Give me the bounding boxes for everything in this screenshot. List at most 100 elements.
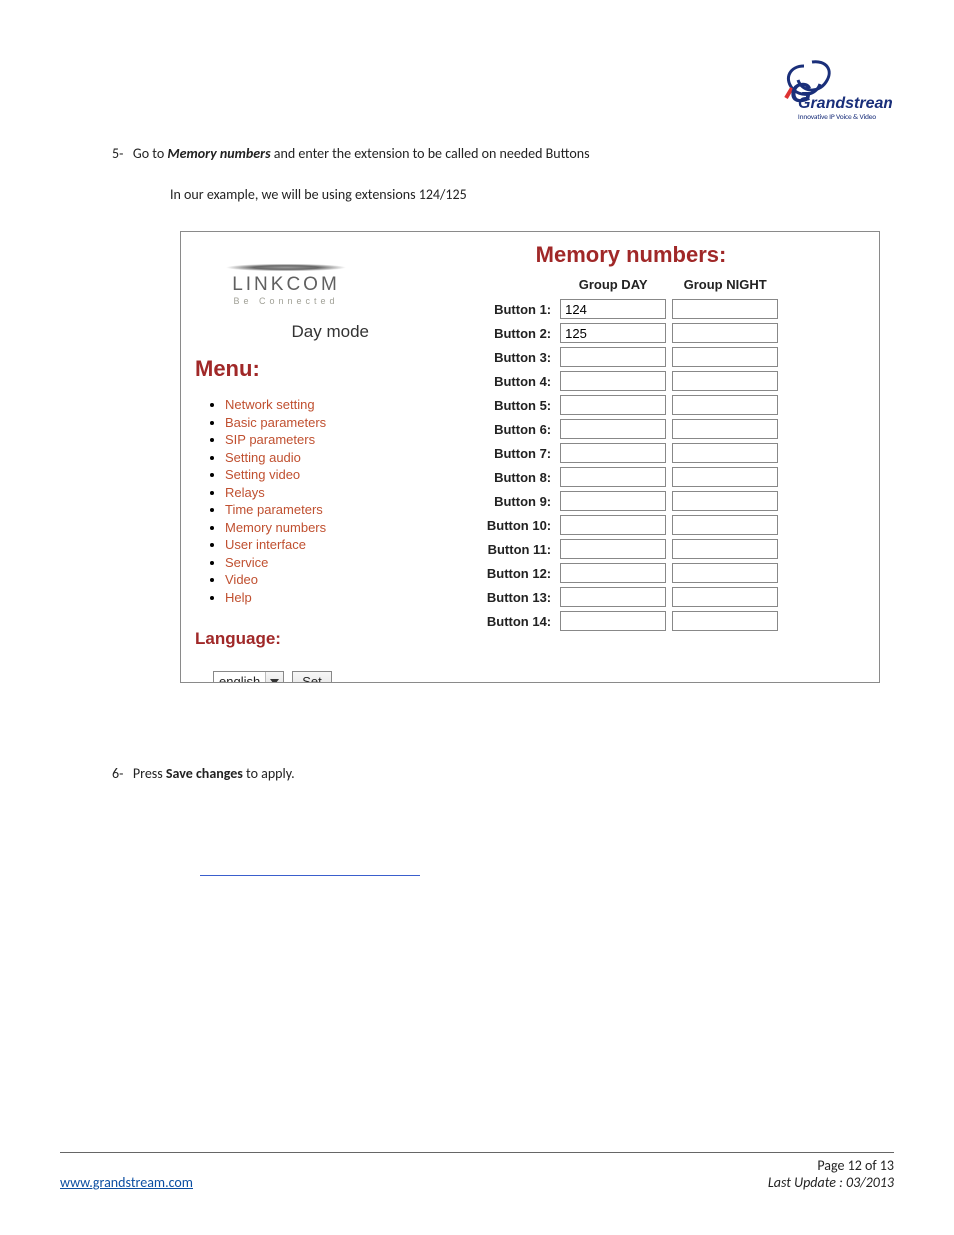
menu-item[interactable]: Relays (225, 484, 377, 502)
night-input[interactable] (672, 587, 778, 607)
table-row: Button 14: (481, 609, 781, 633)
table-row: Button 10: (481, 513, 781, 537)
day-input[interactable] (560, 395, 666, 415)
night-input[interactable] (672, 395, 778, 415)
night-input[interactable] (672, 323, 778, 343)
table-row: Button 2: (481, 321, 781, 345)
table-row: Button 5: (481, 393, 781, 417)
day-input[interactable] (560, 443, 666, 463)
menu-list: Network setting Basic parameters SIP par… (195, 396, 377, 607)
last-updated: Last Update : 03/2013 (768, 1174, 894, 1191)
footer: www.grandstream.com Page 12 of 13 Last U… (60, 1152, 894, 1191)
night-input[interactable] (672, 371, 778, 391)
menu-item[interactable]: Video (225, 571, 377, 589)
language-select[interactable]: english (213, 671, 284, 683)
day-input[interactable] (560, 491, 666, 511)
row-label: Button 6: (481, 417, 557, 441)
memory-numbers-table: Group DAY Group NIGHT Button 1:Button 2:… (481, 274, 781, 633)
night-input[interactable] (672, 611, 778, 631)
table-row: Button 1: (481, 297, 781, 321)
row-label: Button 13: (481, 585, 557, 609)
row-label: Button 5: (481, 393, 557, 417)
table-row: Button 7: (481, 441, 781, 465)
decorative-rule (200, 875, 420, 876)
col-night: Group NIGHT (669, 274, 781, 297)
day-input[interactable] (560, 371, 666, 391)
grandstream-tagline: Innovative IP Voice & Video (778, 113, 896, 122)
day-input[interactable] (560, 347, 666, 367)
mode-label: Day mode (195, 322, 377, 342)
night-input[interactable] (672, 443, 778, 463)
night-input[interactable] (672, 299, 778, 319)
night-input[interactable] (672, 491, 778, 511)
step-5: 5- Go to Memory numbers and enter the ex… (60, 145, 894, 162)
row-label: Button 8: (481, 465, 557, 489)
night-input[interactable] (672, 563, 778, 583)
row-label: Button 2: (481, 321, 557, 345)
menu-item[interactable]: Memory numbers (225, 519, 377, 537)
sidebar: LINKCOM Be Connected Day mode Menu: Netw… (181, 232, 391, 682)
menu-item[interactable]: Basic parameters (225, 414, 377, 432)
menu-item[interactable]: Network setting (225, 396, 377, 414)
table-row: Button 4: (481, 369, 781, 393)
night-input[interactable] (672, 515, 778, 535)
memory-numbers-title: Memory numbers: (399, 242, 863, 268)
night-input[interactable] (672, 419, 778, 439)
embedded-screenshot: LINKCOM Be Connected Day mode Menu: Netw… (180, 231, 880, 683)
day-input[interactable] (560, 323, 666, 343)
table-row: Button 8: (481, 465, 781, 489)
row-label: Button 1: (481, 297, 557, 321)
menu-item[interactable]: Help (225, 589, 377, 607)
table-row: Button 3: (481, 345, 781, 369)
grandstream-logo: Grandstream G Innovative IP Voice & Vide… (778, 58, 896, 122)
step-5-text: Go to Memory numbers and enter the exten… (133, 145, 590, 162)
day-input[interactable] (560, 299, 666, 319)
day-input[interactable] (560, 419, 666, 439)
day-input[interactable] (560, 539, 666, 559)
row-label: Button 7: (481, 441, 557, 465)
language-title: Language: (195, 629, 377, 649)
table-row: Button 11: (481, 537, 781, 561)
table-row: Button 13: (481, 585, 781, 609)
step-6: 6- Press Save changes to apply. (60, 765, 894, 782)
day-input[interactable] (560, 587, 666, 607)
svg-text:Grandstream: Grandstream (798, 95, 892, 112)
step-5-subtext: In our example, we will be using extensi… (60, 186, 894, 203)
menu-item[interactable]: Setting video (225, 466, 377, 484)
row-label: Button 3: (481, 345, 557, 369)
step-5-number: 5- (112, 145, 123, 162)
linkcom-logo: LINKCOM Be Connected (195, 262, 377, 306)
day-input[interactable] (560, 515, 666, 535)
day-input[interactable] (560, 467, 666, 487)
chevron-down-icon[interactable] (265, 672, 283, 683)
step-6-number: 6- (112, 765, 123, 782)
menu-item[interactable]: User interface (225, 536, 377, 554)
footer-url[interactable]: www.grandstream.com (60, 1174, 193, 1191)
col-day: Group DAY (557, 274, 669, 297)
menu-item[interactable]: Time parameters (225, 501, 377, 519)
svg-text:G: G (790, 77, 812, 108)
table-row: Button 9: (481, 489, 781, 513)
row-label: Button 9: (481, 489, 557, 513)
night-input[interactable] (672, 467, 778, 487)
menu-item[interactable]: Setting audio (225, 449, 377, 467)
menu-item[interactable]: Service (225, 554, 377, 572)
menu-item[interactable]: SIP parameters (225, 431, 377, 449)
language-select-value: english (214, 673, 265, 683)
set-button[interactable]: Set (292, 671, 332, 683)
row-label: Button 11: (481, 537, 557, 561)
row-label: Button 4: (481, 369, 557, 393)
table-row: Button 12: (481, 561, 781, 585)
row-label: Button 10: (481, 513, 557, 537)
night-input[interactable] (672, 539, 778, 559)
row-label: Button 12: (481, 561, 557, 585)
content-pane: Memory numbers: Group DAY Group NIGHT Bu… (391, 232, 879, 682)
day-input[interactable] (560, 611, 666, 631)
table-row: Button 6: (481, 417, 781, 441)
day-input[interactable] (560, 563, 666, 583)
menu-title: Menu: (195, 356, 377, 382)
step-6-text: Press Save changes to apply. (133, 765, 295, 782)
page-number: Page 12 of 13 (768, 1157, 894, 1174)
night-input[interactable] (672, 347, 778, 367)
row-label: Button 14: (481, 609, 557, 633)
